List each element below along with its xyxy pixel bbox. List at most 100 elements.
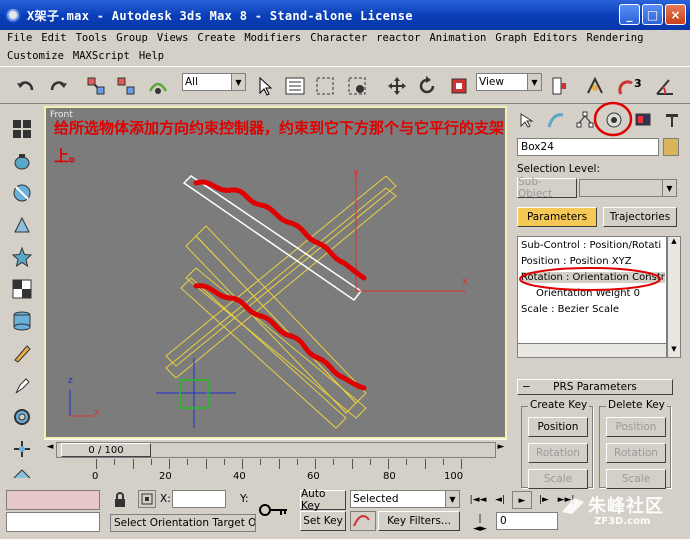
menu-help[interactable]: Help <box>139 50 164 62</box>
time-slider-track[interactable]: 0 / 100 <box>56 442 496 458</box>
viewport-front[interactable]: Front y x z x 给所选物体添加方向约束控制器，约束到它下方那个与它平… <box>44 106 507 439</box>
scroll-up-icon[interactable]: ▲ <box>668 237 680 249</box>
display-tab-icon[interactable] <box>630 108 655 132</box>
delete-rotation-key-button[interactable]: Rotation <box>606 443 666 463</box>
sphere-icon[interactable] <box>9 180 35 206</box>
menu-character[interactable]: Character <box>310 32 367 44</box>
redo-icon[interactable] <box>44 72 72 100</box>
angle-snap-icon[interactable] <box>652 72 678 100</box>
create-tab-icon[interactable] <box>514 108 539 132</box>
current-frame-field[interactable]: 0 <box>496 512 558 530</box>
key-mode-dropdown[interactable]: Selected ▼ <box>350 490 460 508</box>
menu-group[interactable]: Group <box>116 32 148 44</box>
create-position-key-button[interactable]: Position <box>528 417 588 437</box>
reference-coordinate-dropdown[interactable]: View ▼ <box>476 73 542 91</box>
menu-file[interactable]: File <box>7 32 32 44</box>
curve-editor-icon[interactable] <box>350 511 376 531</box>
time-slider-thumb[interactable]: 0 / 100 <box>61 443 151 457</box>
menu-create[interactable]: Create <box>197 32 235 44</box>
maxscript-listener-pink[interactable] <box>6 490 100 510</box>
delete-key-group: Delete Key Position Rotation Scale <box>599 399 671 489</box>
prs-parameters-rollout[interactable]: − PRS Parameters <box>517 379 673 395</box>
key-mode-toggle-icon[interactable]: |◄► <box>472 514 488 534</box>
controller-item[interactable]: Scale : Bezier Scale <box>521 304 619 315</box>
app-icon[interactable] <box>5 7 21 23</box>
window-crossing-icon[interactable] <box>344 72 370 100</box>
undo-icon[interactable] <box>12 72 40 100</box>
scroll-down-icon[interactable]: ▼ <box>668 345 680 357</box>
brush-icon[interactable] <box>9 340 35 366</box>
menu-graph-editors[interactable]: Graph Editors <box>495 32 577 44</box>
select-and-rotate-icon[interactable] <box>414 72 440 100</box>
x-coord-field[interactable] <box>172 490 226 508</box>
star-shape-icon[interactable] <box>9 244 35 270</box>
delete-position-key-button[interactable]: Position <box>606 417 666 437</box>
next-frame-icon[interactable]: |► <box>534 491 554 509</box>
maxscript-listener-white[interactable] <box>6 512 100 532</box>
parameters-button[interactable]: Parameters <box>517 207 597 227</box>
rectangular-selection-icon[interactable] <box>312 72 338 100</box>
modeling-tools-icon[interactable] <box>9 116 35 142</box>
create-key-group: Create Key Position Rotation Scale <box>521 399 593 489</box>
trajectories-button[interactable]: Trajectories <box>603 207 677 227</box>
auto-key-button[interactable]: Auto Key <box>300 488 346 512</box>
play-icon[interactable]: ► <box>512 491 532 509</box>
unlink-icon[interactable] <box>112 72 140 100</box>
bind-space-warp-icon[interactable] <box>144 72 172 100</box>
time-prev-arrow-icon[interactable]: ◄ <box>44 442 56 458</box>
previous-frame-icon[interactable]: ◄| <box>490 491 510 509</box>
key-mode-icon[interactable] <box>255 490 295 532</box>
menu-customize[interactable]: Customize <box>7 50 64 62</box>
hierarchy-tool-icon[interactable] <box>9 436 35 462</box>
menu-animation[interactable]: Animation <box>429 32 486 44</box>
paint-tool-icon[interactable] <box>9 372 35 398</box>
select-object-icon[interactable] <box>252 72 278 100</box>
list-vertical-scrollbar[interactable]: ▲ ▼ <box>667 236 681 358</box>
go-to-start-icon[interactable]: |◄◄ <box>468 491 488 509</box>
ik-chain-icon[interactable] <box>9 212 35 238</box>
menu-rendering[interactable]: Rendering <box>587 32 644 44</box>
create-key-label: Create Key <box>528 399 590 411</box>
select-by-name-icon[interactable] <box>282 72 308 100</box>
key-filters-button[interactable]: Key Filters... <box>378 511 460 531</box>
maximize-button[interactable]: □ <box>642 4 663 25</box>
set-key-button[interactable]: Set Key <box>300 511 346 531</box>
pivot-center-icon[interactable] <box>548 72 572 100</box>
menu-views[interactable]: Views <box>157 32 189 44</box>
create-rotation-key-button[interactable]: Rotation <box>528 443 588 463</box>
select-and-move-icon[interactable] <box>384 72 410 100</box>
modify-tab-icon[interactable] <box>543 108 568 132</box>
gear-icon[interactable] <box>9 404 35 430</box>
utilities-tab-icon[interactable] <box>659 108 684 132</box>
object-color-swatch[interactable] <box>663 138 679 156</box>
delete-scale-key-button[interactable]: Scale <box>606 469 666 489</box>
controller-item[interactable]: Sub-Control : Position/Rotati <box>521 240 661 251</box>
selection-filter-dropdown[interactable]: All ▼ <box>182 73 246 91</box>
cylinder-stack-icon[interactable] <box>9 308 35 334</box>
teapot-icon[interactable] <box>9 148 35 174</box>
object-name-field[interactable]: Box24 <box>517 138 659 156</box>
select-and-scale-icon[interactable] <box>446 72 472 100</box>
select-and-manipulate-icon[interactable] <box>582 72 608 100</box>
snaps-toggle-icon[interactable]: 3 <box>616 72 646 100</box>
list-horizontal-scrollbar[interactable] <box>518 343 666 357</box>
motion-tab-icon[interactable] <box>593 101 633 137</box>
menu-edit[interactable]: Edit <box>41 32 66 44</box>
time-next-arrow-icon[interactable]: ► <box>495 442 507 458</box>
controller-list[interactable]: Sub-Control : Position/Rotati Position :… <box>517 236 667 358</box>
menu-modifiers[interactable]: Modifiers <box>244 32 301 44</box>
select-and-link-icon[interactable] <box>82 72 110 100</box>
close-button[interactable]: × <box>665 4 686 25</box>
scroll-tool-icon[interactable] <box>9 462 35 488</box>
lock-icon[interactable] <box>112 492 128 508</box>
sub-object-dropdown[interactable]: ▼ <box>579 179 677 197</box>
absolute-mode-icon[interactable] <box>138 490 156 508</box>
checker-material-icon[interactable] <box>9 276 35 302</box>
menu-reactor[interactable]: reactor <box>376 32 420 44</box>
menu-maxscript[interactable]: MAXScript <box>73 50 130 62</box>
sub-object-button[interactable]: Sub-Object <box>517 176 577 200</box>
minimize-button[interactable]: _ <box>619 4 640 25</box>
track-bar[interactable]: 0 20 40 60 80 100 <box>44 459 507 487</box>
create-scale-key-button[interactable]: Scale <box>528 469 588 489</box>
menu-tools[interactable]: Tools <box>76 32 108 44</box>
